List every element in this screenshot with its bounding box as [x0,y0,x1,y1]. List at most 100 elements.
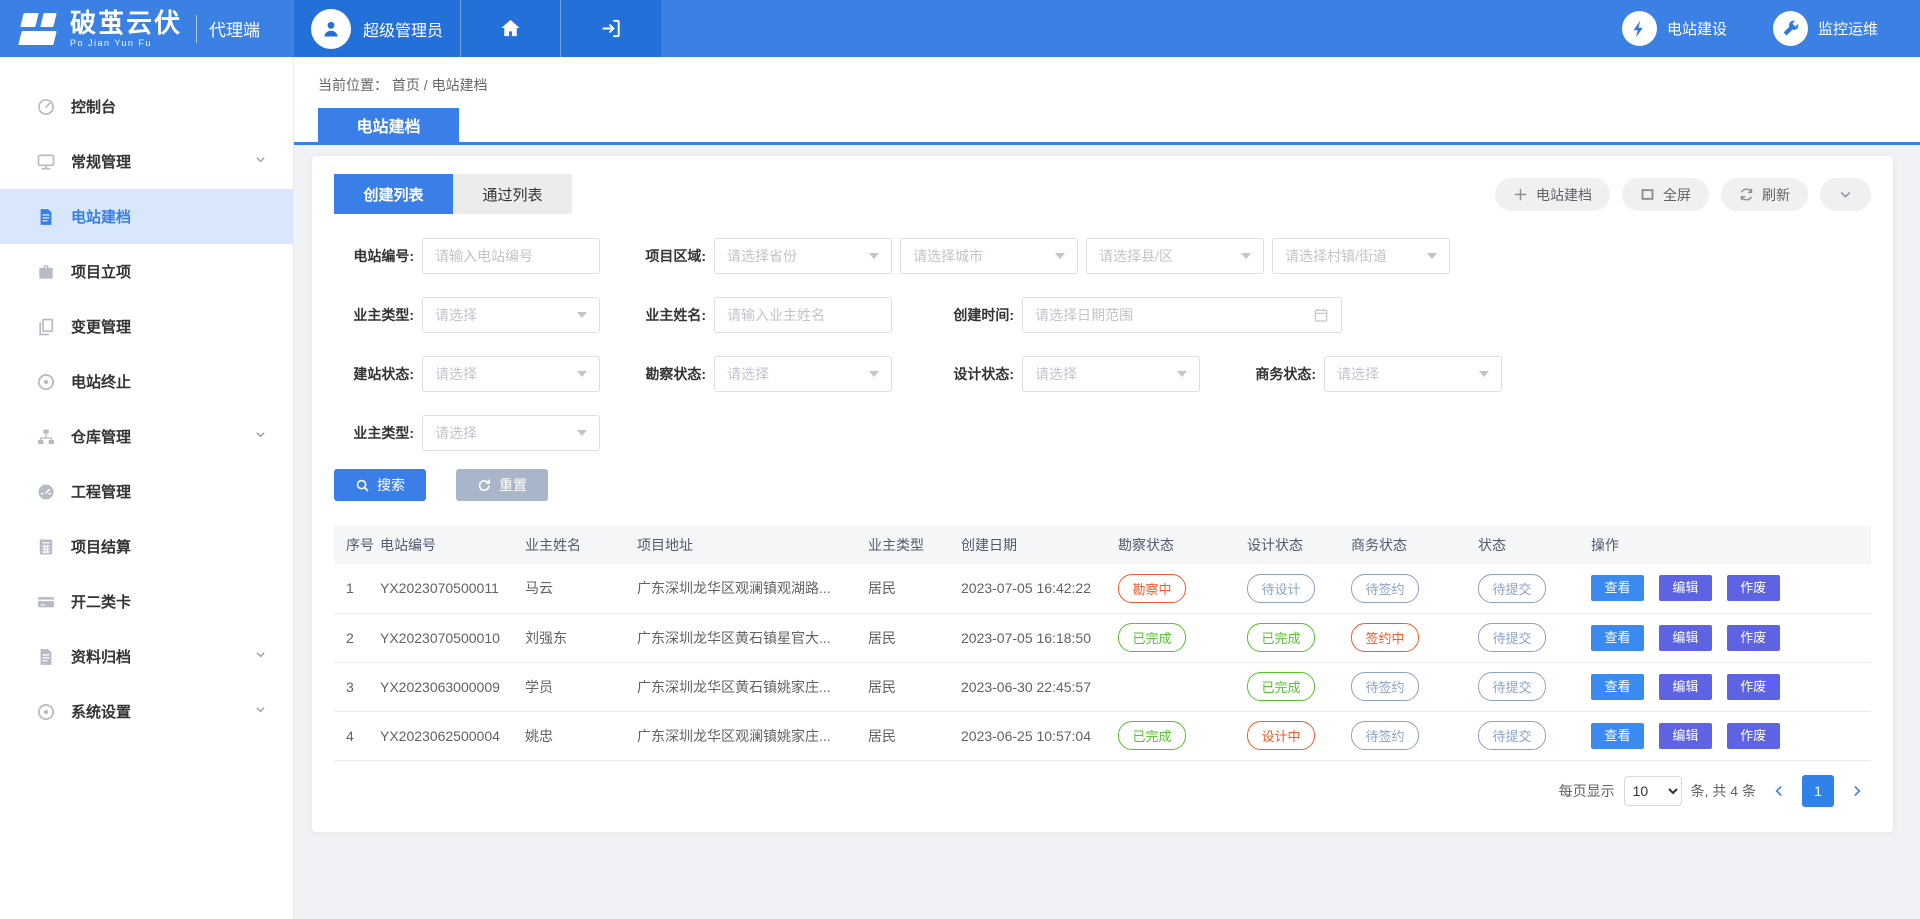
status-badge: 待提交 [1478,721,1546,750]
sidebar-item-type2-card[interactable]: 开二类卡 [0,574,293,629]
logout-button[interactable] [561,0,661,57]
void-button[interactable]: 作废 [1727,723,1780,749]
create-station-button[interactable]: 电站建档 [1495,178,1610,211]
view-button[interactable]: 查看 [1591,723,1644,749]
owner-name-label: 业主姓名: [626,305,706,325]
sidebar-item-project-settlement[interactable]: 项目结算 [0,519,293,574]
home-button[interactable] [461,0,561,57]
status-badge: 已完成 [1247,623,1315,652]
settings-icon [36,702,56,722]
table-header-row: 序号 电站编号 业主姓名 项目地址 业主类型 创建日期 勘察状态 设计状态 商务… [334,526,1871,564]
per-page-select[interactable]: 10 [1624,776,1682,806]
sidebar-item-data-archive[interactable]: 资料归档 [0,629,293,684]
status-badge: 待提交 [1478,574,1546,603]
station-no-label: 电站编号: [334,246,414,266]
status-badge: 待提交 [1478,623,1546,652]
status-badge: 签约中 [1351,623,1419,652]
content-card: 创建列表 通过列表 电站建档 全屏 [312,156,1893,832]
nav-label: 监控运维 [1818,18,1878,39]
date-range-picker[interactable]: 请选择日期范围 [1022,297,1342,333]
design-status-label: 设计状态: [934,364,1014,384]
sidebar: 控制台 常规管理 电站建档 项目立项 变更管理 电站终止 仓库管理 [0,57,294,919]
sidebar-item-project-initiation[interactable]: 项目立项 [0,244,293,299]
portal-label: 代理端 [209,16,260,41]
tab-create-list[interactable]: 创建列表 [334,174,453,214]
owner-name-input[interactable] [714,297,892,333]
edit-button[interactable]: 编辑 [1659,723,1712,749]
brand-subtitle: Po Jian Yun Fu [70,39,182,48]
user-menu[interactable]: 超级管理员 [294,0,461,57]
stations-table: 序号 电站编号 业主姓名 项目地址 业主类型 创建日期 勘察状态 设计状态 商务… [334,526,1871,761]
fullscreen-button[interactable]: 全屏 [1622,178,1709,211]
status-badge: 待签约 [1351,574,1419,603]
document-icon [36,207,56,227]
status-badge: 待设计 [1247,574,1315,603]
sidebar-item-general-management[interactable]: 常规管理 [0,134,293,189]
view-button[interactable]: 查看 [1591,575,1644,601]
business-status-select[interactable]: 请选择 [1324,356,1502,392]
table-row: 1 YX2023070500011 马云 广东深圳龙华区观澜镇观湖路... 居民… [334,564,1871,613]
breadcrumb-prefix: 当前位置： [318,77,388,93]
build-status-select[interactable]: 请选择 [422,356,600,392]
prev-page-button[interactable] [1771,783,1787,799]
caret-down-icon [1177,371,1187,377]
owner-type2-select[interactable]: 请选择 [422,415,600,451]
table-row: 2 YX2023070500010 刘强东 广东深圳龙华区黄石镇星官大... 居… [334,613,1871,662]
fullscreen-icon [1640,187,1655,202]
sidebar-item-system-settings[interactable]: 系统设置 [0,684,293,739]
tab-passed-list[interactable]: 通过列表 [453,174,572,214]
void-button[interactable]: 作废 [1727,575,1780,601]
breadcrumb-current: 电站建档 [432,77,488,93]
business-status-label: 商务状态: [1236,364,1316,384]
sidebar-item-console[interactable]: 控制台 [0,79,293,134]
design-status-select[interactable]: 请选择 [1022,356,1200,392]
next-page-button[interactable] [1849,783,1865,799]
owner-type2-label: 业主类型: [334,423,414,443]
survey-status-select[interactable]: 请选择 [714,356,892,392]
edit-button[interactable]: 编辑 [1659,674,1712,700]
reset-icon [477,478,492,493]
table-row: 4 YX2023062500004 姚忠 广东深圳龙华区观澜镇姚家庄... 居民… [334,711,1871,760]
list-tabs: 创建列表 通过列表 [334,174,572,214]
caret-down-icon [1241,253,1251,259]
refresh-button[interactable]: 刷新 [1721,178,1808,211]
logout-icon [600,17,623,40]
user-block: 超级管理员 [294,0,661,57]
reset-button[interactable]: 重置 [456,469,548,501]
wrench-icon [1773,11,1808,46]
copy-icon [36,317,56,337]
edit-button[interactable]: 编辑 [1659,625,1712,651]
collapse-button[interactable] [1820,178,1871,211]
city-select[interactable]: 请选择城市 [900,238,1078,274]
status-badge: 勘察中 [1118,574,1186,603]
breadcrumb-home-link[interactable]: 首页 [392,77,420,93]
nav-monitoring-ops[interactable]: 监控运维 [1773,11,1878,46]
sidebar-item-station-archive[interactable]: 电站建档 [0,189,293,244]
station-no-input[interactable] [422,238,600,274]
village-select[interactable]: 请选择村镇/街道 [1272,238,1450,274]
owner-type-select[interactable]: 请选择 [422,297,600,333]
edit-button[interactable]: 编辑 [1659,575,1712,601]
status-badge: 待提交 [1478,672,1546,701]
archive-icon [36,647,56,667]
view-button[interactable]: 查看 [1591,674,1644,700]
owner-type-label: 业主类型: [334,305,414,325]
province-select[interactable]: 请选择省份 [714,238,892,274]
sidebar-item-engineering-management[interactable]: 工程管理 [0,464,293,519]
county-select[interactable]: 请选择县/区 [1086,238,1264,274]
chevron-left-icon [1771,783,1787,799]
void-button[interactable]: 作废 [1727,625,1780,651]
briefcase-icon [36,262,56,282]
calendar-icon [1313,307,1329,323]
view-button[interactable]: 查看 [1591,625,1644,651]
void-button[interactable]: 作废 [1727,674,1780,700]
sidebar-item-station-termination[interactable]: 电站终止 [0,354,293,409]
card-icon [36,592,56,612]
page-number-button[interactable]: 1 [1802,775,1834,807]
nav-station-construction[interactable]: 电站建设 [1622,11,1727,46]
search-button[interactable]: 搜索 [334,469,426,501]
sidebar-item-warehouse-management[interactable]: 仓库管理 [0,409,293,464]
sidebar-item-change-management[interactable]: 变更管理 [0,299,293,354]
page-tab-station-archive[interactable]: 电站建档 [318,108,459,142]
survey-status-label: 勘察状态: [626,364,706,384]
